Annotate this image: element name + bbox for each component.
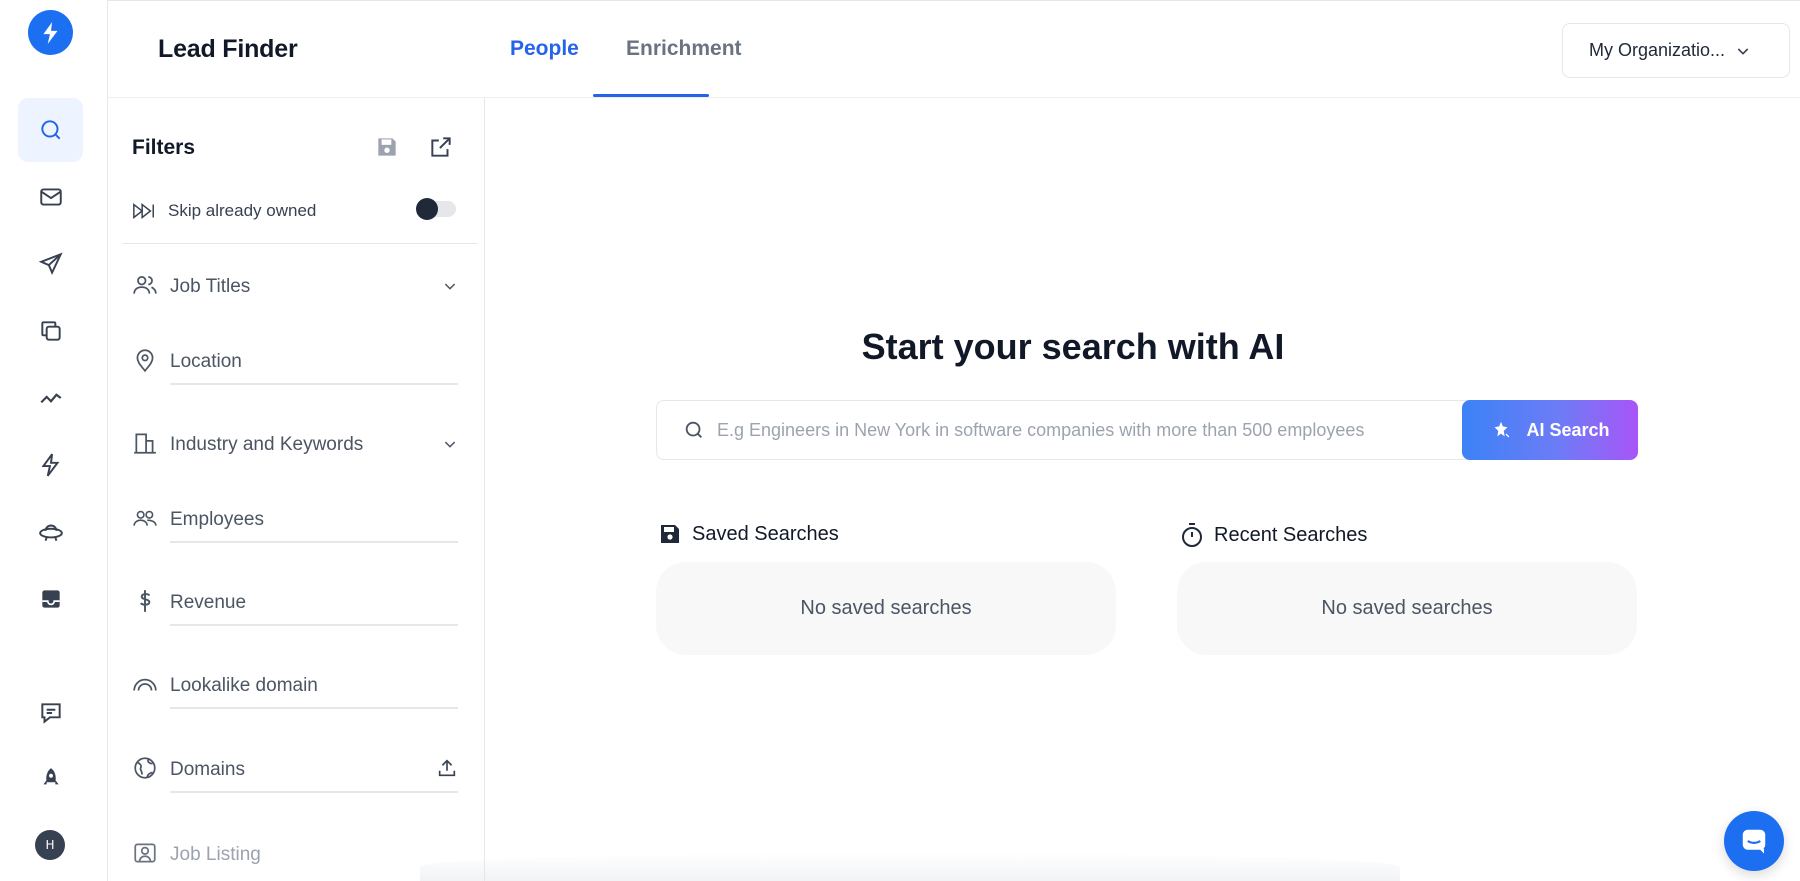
main-content: Start your search with AI AI Search Save… bbox=[486, 98, 1800, 881]
filter-underline bbox=[170, 791, 458, 793]
stopwatch-icon bbox=[1182, 523, 1202, 547]
chat-launcher-button[interactable] bbox=[1724, 811, 1784, 871]
saved-searches-title: Saved Searches bbox=[692, 522, 839, 545]
id-card-icon bbox=[134, 843, 156, 863]
avatar[interactable]: H bbox=[35, 830, 65, 860]
rail-inbox[interactable] bbox=[18, 567, 83, 631]
rail-rocket[interactable] bbox=[18, 747, 83, 811]
people-icon bbox=[133, 510, 157, 526]
tab-people[interactable]: People bbox=[510, 37, 579, 61]
left-rail: H bbox=[0, 0, 108, 881]
external-link-icon[interactable] bbox=[428, 134, 454, 160]
rainbow-icon bbox=[133, 678, 157, 691]
filter-label: Revenue bbox=[170, 592, 247, 613]
filter-underline bbox=[170, 624, 458, 626]
active-tab-indicator bbox=[593, 94, 709, 97]
upload-icon[interactable] bbox=[436, 757, 458, 779]
filter-label: Employees bbox=[170, 509, 264, 530]
ai-search-label: AI Search bbox=[1526, 419, 1610, 440]
skip-owned-row: Skip already owned bbox=[132, 196, 472, 226]
skip-owned-label: Skip already owned bbox=[168, 201, 317, 220]
filter-label: Industry and Keywords bbox=[170, 434, 364, 455]
rail-bolt[interactable] bbox=[18, 433, 83, 497]
save-icon bbox=[661, 525, 679, 543]
recent-searches-card: No saved searches bbox=[1177, 562, 1637, 655]
inbox-icon bbox=[41, 590, 60, 608]
filter-underline bbox=[170, 383, 458, 385]
saved-searches-empty: No saved searches bbox=[800, 597, 972, 619]
filter-label: Location bbox=[170, 351, 242, 372]
send-icon bbox=[38, 252, 63, 276]
filter-underline bbox=[170, 541, 458, 543]
tab-enrichment[interactable]: Enrichment bbox=[626, 37, 742, 61]
search-icon bbox=[40, 120, 60, 140]
filter-domains[interactable]: Domains bbox=[132, 749, 472, 793]
filters-title: Filters bbox=[132, 136, 196, 159]
rail-feedback[interactable] bbox=[18, 681, 83, 745]
bolt-logo-icon[interactable] bbox=[28, 10, 73, 55]
fast-forward-icon bbox=[133, 203, 154, 219]
dollar-icon bbox=[139, 590, 151, 612]
copy-icon bbox=[40, 321, 61, 341]
top-header: Lead Finder People Enrichment My Organiz… bbox=[108, 0, 1800, 98]
save-icon[interactable] bbox=[374, 134, 400, 160]
feedback-icon bbox=[40, 703, 61, 724]
filter-label: Lookalike domain bbox=[170, 675, 318, 696]
recent-searches-empty: No saved searches bbox=[1321, 597, 1493, 619]
organization-selector[interactable]: My Organizatio... bbox=[1562, 23, 1790, 78]
filter-label: Domains bbox=[170, 759, 245, 780]
building-icon bbox=[134, 433, 156, 454]
search-icon bbox=[685, 421, 702, 438]
recent-searches-title: Recent Searches bbox=[1214, 523, 1368, 546]
chevron-down-icon bbox=[444, 283, 456, 290]
filter-industry-keywords[interactable]: Industry and Keywords bbox=[132, 424, 472, 464]
filters-panel: Filters Skip already owned Job Titles Lo… bbox=[108, 98, 485, 881]
trend-icon bbox=[39, 393, 61, 404]
hero-title: Start your search with AI bbox=[861, 326, 1285, 367]
ufo-icon bbox=[38, 524, 63, 541]
saved-searches-heading: Saved Searches bbox=[658, 522, 839, 546]
rail-trend[interactable] bbox=[18, 366, 83, 430]
bolt-icon bbox=[41, 453, 59, 477]
chat-icon bbox=[1742, 829, 1766, 854]
avatar-initial: H bbox=[45, 838, 55, 852]
ai-search-button[interactable]: AI Search bbox=[1462, 400, 1638, 460]
filter-employees[interactable]: Employees bbox=[132, 499, 472, 543]
filter-label: Job Titles bbox=[170, 276, 251, 297]
skip-owned-toggle[interactable] bbox=[416, 198, 456, 220]
sparkle-icon bbox=[1495, 421, 1510, 438]
bottom-shadow bbox=[420, 853, 1400, 881]
chevron-down-icon bbox=[1737, 47, 1749, 55]
filter-location[interactable]: Location bbox=[132, 341, 472, 385]
rail-copy[interactable] bbox=[18, 299, 83, 363]
ai-search-input[interactable] bbox=[717, 419, 1457, 441]
rail-search[interactable] bbox=[18, 98, 83, 162]
mail-icon bbox=[39, 188, 62, 206]
organization-label: My Organizatio... bbox=[1589, 40, 1726, 60]
filter-lookalike-domain[interactable]: Lookalike domain bbox=[132, 665, 472, 709]
globe-icon bbox=[134, 757, 156, 779]
users-icon bbox=[133, 276, 157, 294]
rail-send[interactable] bbox=[18, 232, 83, 296]
rail-mail[interactable] bbox=[18, 165, 83, 229]
divider bbox=[122, 243, 478, 244]
ai-search-box bbox=[656, 400, 1468, 460]
filter-job-titles[interactable]: Job Titles bbox=[132, 266, 472, 306]
map-pin-icon bbox=[136, 349, 154, 373]
page-title: Lead Finder bbox=[158, 35, 298, 63]
filter-revenue[interactable]: Revenue bbox=[132, 582, 472, 626]
recent-searches-heading: Recent Searches bbox=[1180, 522, 1367, 548]
saved-searches-card: No saved searches bbox=[656, 562, 1116, 655]
filter-label: Job Listing bbox=[170, 844, 261, 865]
filter-underline bbox=[170, 707, 458, 709]
rail-ufo[interactable] bbox=[18, 500, 83, 564]
chevron-down-icon bbox=[444, 441, 456, 448]
rocket-icon bbox=[42, 768, 59, 785]
